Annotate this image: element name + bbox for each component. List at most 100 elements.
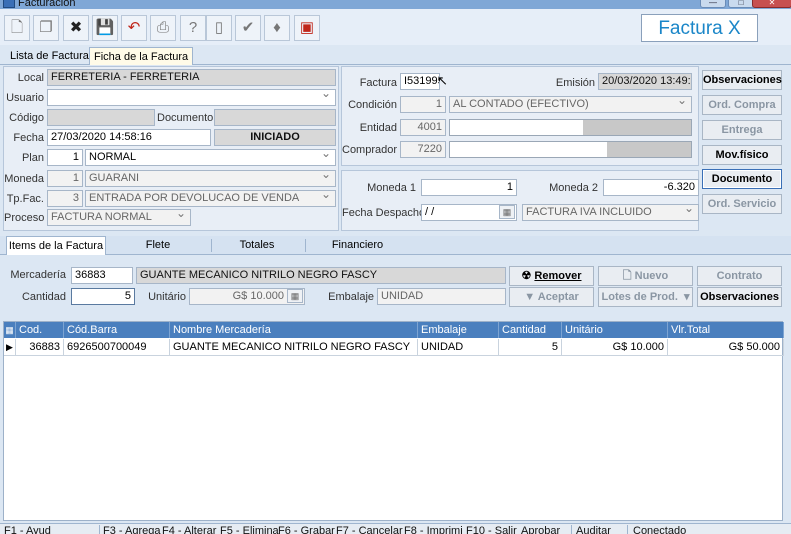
embalaje-field[interactable]: UNIDAD: [377, 288, 506, 305]
item-tabs: Items de la Factura Flete Totales Financ…: [0, 236, 791, 255]
status-aprobar[interactable]: Aprobar: [521, 525, 560, 534]
factura-field[interactable]: I5319950: [400, 73, 440, 90]
window-title: Facturación: [18, 0, 76, 9]
emision-label: Emisión: [555, 77, 595, 89]
observaciones-button[interactable]: Observaciones: [702, 70, 782, 90]
cell-cod-barra[interactable]: 6926500700049: [64, 339, 170, 356]
cell-embalaje[interactable]: UNIDAD: [418, 339, 499, 356]
check-icon[interactable]: ✔: [235, 15, 261, 41]
entidad-name-field[interactable]: [449, 119, 692, 136]
tab-totales[interactable]: Totales: [211, 236, 303, 255]
col-header-vlr-total[interactable]: Vlr.Total: [668, 322, 784, 338]
nuevo-label: Nuevo: [634, 270, 669, 282]
calendar-icon[interactable]: ▦: [499, 205, 515, 219]
plan-select[interactable]: NORMAL: [85, 149, 336, 166]
ord-servicio-button[interactable]: Ord. Servicio: [702, 194, 782, 214]
calc-icon[interactable]: ▯: [206, 15, 232, 41]
eraser-icon[interactable]: ♦: [264, 15, 290, 41]
moneda-select[interactable]: GUARANI: [85, 170, 336, 187]
tab-items-factura[interactable]: Items de la Factura: [6, 236, 106, 255]
documento-button[interactable]: Documento: [702, 169, 782, 189]
report-icon[interactable]: ▣: [294, 15, 320, 41]
lotes-button[interactable]: Lotes de Prod. ▾: [598, 287, 693, 307]
col-header-embalaje[interactable]: Embalaje: [418, 322, 499, 338]
plan-code-field[interactable]: 1: [47, 149, 83, 166]
comprador-name-field[interactable]: [449, 141, 692, 158]
status-separator: [571, 525, 572, 534]
cell-vlr-total[interactable]: G$ 50.000: [668, 339, 784, 356]
status-bar: F1 - Ayud F3 - Agrega F4 - Alterar F5 - …: [0, 523, 791, 534]
ord-compra-button[interactable]: Ord. Compra: [702, 95, 782, 115]
tipo-iva-select[interactable]: FACTURA IVA INCLUIDO: [522, 204, 699, 221]
tab-financiero[interactable]: Financiero: [305, 236, 410, 255]
mercaderia-name-field[interactable]: GUANTE MECANICO NITRILO NEGRO FASCY: [136, 267, 506, 284]
proceso-select[interactable]: FACTURA NORMAL: [47, 209, 191, 226]
cell-cantidad[interactable]: 5: [499, 339, 562, 356]
cell-nombre[interactable]: GUANTE MECANICO NITRILO NEGRO FASCY: [170, 339, 418, 356]
moneda1-field[interactable]: 1: [421, 179, 517, 196]
save-icon[interactable]: 💾: [92, 15, 118, 41]
row-selector-icon[interactable]: ▶: [4, 339, 16, 356]
col-header-cantidad[interactable]: Cantidad: [499, 322, 562, 338]
codigo-label: Código: [9, 112, 44, 124]
remover-button[interactable]: ☢ Remover: [509, 266, 594, 286]
comprador-code-field[interactable]: 7220: [400, 141, 446, 158]
col-header-nombre[interactable]: Nombre Mercadería: [170, 322, 418, 338]
print-icon[interactable]: ⎙: [150, 15, 176, 41]
help-icon[interactable]: ?: [180, 15, 206, 41]
aceptar-button[interactable]: ▼ Aceptar: [509, 287, 594, 307]
comprador-rest: [606, 142, 691, 157]
status-f5[interactable]: F5 - Elimina: [220, 525, 279, 534]
nuevo-button[interactable]: 🗋 Nuevo: [598, 266, 693, 286]
tab-flete[interactable]: Flete: [108, 236, 208, 255]
calculator-icon[interactable]: ▦: [287, 289, 303, 303]
status-separator: [99, 525, 100, 534]
documento-field[interactable]: [214, 109, 336, 126]
local-field[interactable]: FERRETERIA - FERRETERIA: [47, 69, 336, 86]
new-icon[interactable]: 🗋: [4, 15, 30, 41]
cell-unitario[interactable]: G$ 10.000: [562, 339, 668, 356]
status-f8[interactable]: F8 - Imprimi: [404, 525, 463, 534]
col-header-cod[interactable]: Cod.: [16, 322, 64, 338]
tpfac-select[interactable]: ENTRADA POR DEVOLUCAO DE VENDA: [85, 190, 336, 207]
mercaderia-code-field[interactable]: 36883: [71, 267, 133, 284]
items-grid: ▦ Cod. Cód.Barra Nombre Mercadería Embal…: [3, 321, 784, 521]
status-f6[interactable]: F6 - Grabar: [278, 525, 335, 534]
status-auditar[interactable]: Auditar: [576, 525, 611, 534]
minimize-button[interactable]: —: [700, 0, 726, 8]
col-header-unitario[interactable]: Unitário: [562, 322, 668, 338]
tab-ficha-factura[interactable]: Ficha de la Factura: [89, 47, 194, 65]
cell-cod[interactable]: 36883: [16, 339, 64, 356]
moneda2-field[interactable]: -6.320: [603, 179, 699, 196]
close-button[interactable]: ✕: [752, 0, 791, 8]
item-observaciones-button[interactable]: Observaciones: [697, 287, 782, 307]
condicion-select[interactable]: AL CONTADO (EFECTIVO): [449, 96, 692, 113]
moneda-code-field[interactable]: 1: [47, 170, 83, 187]
maximize-button[interactable]: □: [728, 0, 754, 8]
status-conectado: Conectado: [633, 525, 687, 534]
mov-fisico-button[interactable]: Mov.físico: [702, 145, 782, 165]
tab-lista-facturas[interactable]: Lista de Facturas: [6, 47, 98, 65]
status-f3[interactable]: F3 - Agrega: [103, 525, 160, 534]
cantidad-field[interactable]: 5: [71, 288, 135, 305]
entidad-code-field[interactable]: 4001: [400, 119, 446, 136]
remover-icon: ☢: [521, 270, 535, 282]
usuario-select[interactable]: [47, 89, 336, 106]
status-f1[interactable]: F1 - Ayud: [4, 525, 51, 534]
embalaje-label: Embalaje: [328, 291, 374, 303]
entrega-button[interactable]: Entrega: [702, 120, 782, 140]
fecha-field[interactable]: 27/03/2020 14:58:16: [47, 129, 211, 146]
status-f7[interactable]: F7 - Cancelar: [336, 525, 403, 534]
contrato-button[interactable]: Contrato: [697, 266, 782, 286]
mouse-cursor-icon: ↖: [437, 73, 448, 88]
undo-icon[interactable]: ↶: [121, 15, 147, 41]
col-header-cod-barra[interactable]: Cód.Barra: [64, 322, 170, 338]
delete-icon[interactable]: ✖: [63, 15, 89, 41]
condicion-code-field[interactable]: 1: [400, 96, 446, 113]
emision-field[interactable]: 20/03/2020 13:49:0: [598, 73, 692, 90]
status-f4[interactable]: F4 - Alterar: [162, 525, 216, 534]
tpfac-code-field[interactable]: 3: [47, 190, 83, 207]
status-f10[interactable]: F10 - Salir: [466, 525, 517, 534]
codigo-field[interactable]: [47, 109, 155, 126]
copy-icon[interactable]: ❐: [33, 15, 59, 41]
